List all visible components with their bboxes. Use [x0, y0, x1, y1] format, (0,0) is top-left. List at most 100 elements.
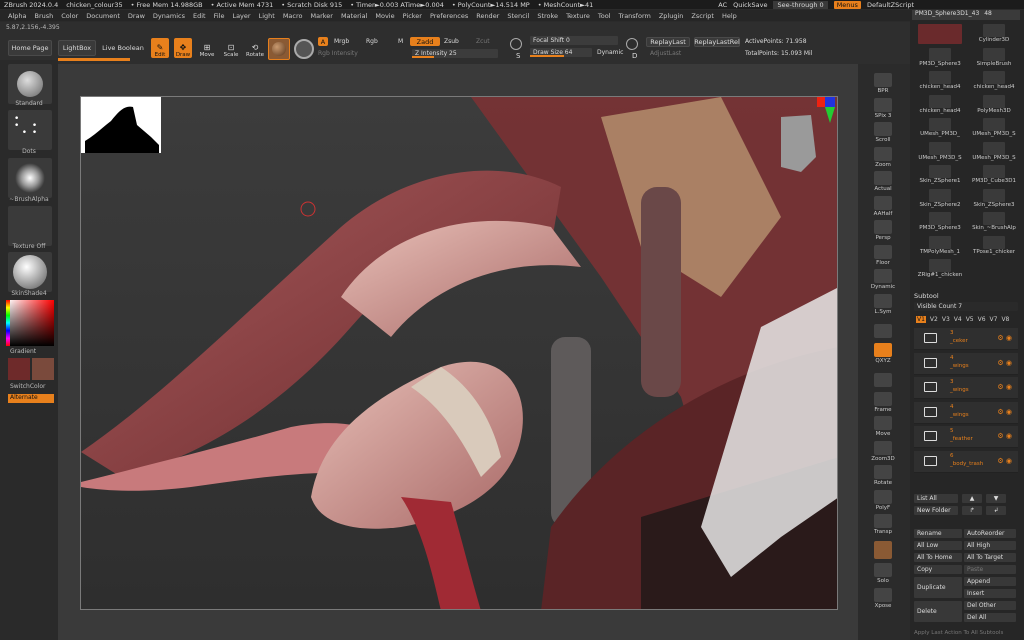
quicksave-button[interactable]: QuickSave	[733, 1, 767, 9]
tool-thumbnail[interactable]: chicken_head4	[914, 94, 966, 115]
subtool-row[interactable]: 6 _body_trash ⚙ ◉	[914, 450, 1018, 473]
m-button[interactable]: M	[398, 38, 403, 45]
visibility-tab-v6[interactable]: V6	[978, 316, 986, 323]
gear-icon[interactable]: ⚙	[997, 334, 1003, 342]
del-all-button[interactable]: Del All	[964, 613, 1016, 622]
frame-button[interactable]: Frame	[863, 387, 903, 413]
tool-header[interactable]: PM3D_Sphere3D1_43 48	[912, 10, 1020, 20]
replay-last-rel-button[interactable]: ReplayLastRel	[694, 37, 740, 47]
menu-render[interactable]: Render	[476, 12, 499, 20]
lsym-button[interactable]: L.Sym	[863, 289, 903, 315]
menu-zscript[interactable]: Zscript	[691, 12, 714, 20]
aahalf-button[interactable]: AAHalf	[863, 191, 903, 217]
subtool-row[interactable]: 4 _wings ⚙ ◉	[914, 401, 1018, 424]
draw-button[interactable]: ✥ Draw	[174, 38, 192, 58]
visibility-tab-v7[interactable]: V7	[990, 316, 998, 323]
tool-thumbnail[interactable]: TPose1_chicker	[968, 235, 1020, 256]
bpr-button[interactable]: BPR	[863, 68, 903, 94]
tool-thumbnail[interactable]: PM3D_Sphere3	[914, 212, 966, 232]
menu-stencil[interactable]: Stencil	[507, 12, 529, 20]
rgb-button[interactable]: Rgb	[366, 38, 378, 45]
visible-count-slider[interactable]: Visible Count 7	[914, 302, 1018, 311]
move-up-button[interactable]: ▲	[962, 494, 982, 503]
persp-button[interactable]: Persp	[863, 215, 903, 241]
switchcolor-button[interactable]: SwitchColor	[0, 383, 58, 390]
tool-thumbnail[interactable]: UMesh_PM3D_S	[968, 141, 1020, 162]
edit-button[interactable]: ✎ Edit	[151, 38, 169, 58]
zadd-button[interactable]: Zadd	[410, 37, 440, 46]
scroll-button[interactable]: Scroll	[863, 117, 903, 143]
tool-thumbnail[interactable]: UMesh_PM3D_S	[914, 141, 966, 162]
menu-file[interactable]: File	[214, 12, 225, 20]
main-color-swatch[interactable]	[8, 358, 30, 380]
home-page-button[interactable]: Home Page	[8, 40, 52, 56]
visibility-tab-v3[interactable]: V3	[942, 316, 950, 323]
menu-edit[interactable]: Edit	[193, 12, 206, 20]
secondary-color-swatch[interactable]	[32, 358, 54, 380]
tool-thumbnail[interactable]: ZRig#1_chicken	[914, 259, 966, 279]
folder-in-button[interactable]: ↱	[962, 506, 982, 515]
menu-zplugin[interactable]: Zplugin	[659, 12, 684, 20]
ghost-button[interactable]	[863, 534, 903, 560]
spix-button[interactable]: SPix 3	[863, 93, 903, 119]
menu-document[interactable]: Document	[86, 12, 120, 20]
tool-thumbnail[interactable]: UMesh_PM3D_	[914, 118, 966, 138]
see-through-slider[interactable]: See-through 0	[773, 0, 828, 9]
z-intensity-slider[interactable]: Z Intensity 25	[412, 49, 498, 58]
menu-transform[interactable]: Transform	[619, 12, 651, 20]
transp-button[interactable]: Transp	[863, 509, 903, 535]
subtool-row[interactable]: 3 _ceker ⚙ ◉	[914, 328, 1018, 350]
brush-selector[interactable]	[8, 64, 52, 104]
subtool-row[interactable]: 4 _wings ⚙ ◉	[914, 352, 1018, 375]
paste-button[interactable]: Paste	[964, 565, 1016, 574]
menu-marker[interactable]: Marker	[310, 12, 332, 20]
xyz-button[interactable]: QXYZ	[863, 338, 903, 364]
tool-thumbnail[interactable]: UMesh_PM3D_S	[968, 118, 1020, 138]
gear-icon[interactable]: ⚙	[997, 408, 1003, 416]
dynamic-button[interactable]: Dynamic	[597, 49, 623, 56]
menu-light[interactable]: Light	[259, 12, 275, 20]
tool-thumbnail[interactable]: chicken_head4	[968, 71, 1020, 91]
menu-preferences[interactable]: Preferences	[430, 12, 468, 20]
tool-thumbnail[interactable]: 86	[914, 24, 966, 44]
new-folder-button[interactable]: New Folder	[914, 506, 958, 515]
all-low-button[interactable]: All Low	[914, 541, 962, 550]
subtool-row[interactable]: 3 _wings ⚙ ◉	[914, 377, 1018, 399]
copy-button[interactable]: Copy	[914, 565, 962, 574]
xpose-button[interactable]: Xpose	[863, 583, 903, 609]
zoom-button[interactable]: Zoom	[863, 142, 903, 168]
material-selector[interactable]	[8, 252, 52, 292]
menu-tool[interactable]: Tool	[598, 12, 611, 20]
scale-button[interactable]: ⊡ Scale	[222, 38, 240, 58]
rotate-button[interactable]: Rotate	[863, 460, 903, 486]
all-to-target-button[interactable]: All To Target	[964, 553, 1016, 562]
material-swatch[interactable]	[268, 38, 290, 60]
menu-help[interactable]: Help	[722, 12, 737, 20]
tool-thumbnail[interactable]: Skin_~BrushAlp	[968, 212, 1020, 232]
delete-button[interactable]: Delete	[914, 601, 962, 622]
mrgb-button[interactable]: Mrgb	[334, 38, 349, 45]
visibility-tab-v2[interactable]: V2	[930, 316, 938, 323]
eye-icon[interactable]: ◉	[1006, 408, 1012, 416]
tool-thumbnail[interactable]: TMPolyMesh_1	[914, 235, 966, 256]
adjust-last-slider[interactable]: AdjustLast	[650, 50, 681, 57]
subtool-row[interactable]: 5 _feather ⚙ ◉	[914, 426, 1018, 448]
stroke-icon[interactable]	[294, 39, 314, 59]
append-button[interactable]: Append	[964, 577, 1016, 586]
menu-layer[interactable]: Layer	[232, 12, 250, 20]
gear-icon[interactable]: ⚙	[997, 457, 1003, 465]
all-to-home-button[interactable]: All To Home	[914, 553, 962, 562]
eye-icon[interactable]: ◉	[1006, 457, 1012, 465]
rename-button[interactable]: Rename	[914, 529, 962, 538]
menu-texture[interactable]: Texture	[566, 12, 590, 20]
local-button[interactable]	[863, 362, 903, 388]
move-button[interactable]: Move	[863, 411, 903, 437]
zcut-button[interactable]: Zcut	[476, 38, 490, 45]
menu-brush[interactable]: Brush	[34, 12, 53, 20]
tool-thumbnail[interactable]: Skin_ZSphere3	[968, 188, 1020, 209]
apply-last-action-button[interactable]: Apply Last Action To All Subtools	[914, 630, 1022, 636]
live-boolean-button[interactable]: Live Boolean	[100, 40, 146, 56]
subtool-title[interactable]: Subtool	[914, 292, 1018, 301]
tool-thumbnail[interactable]: Cylinder3D	[968, 24, 1020, 44]
auto-reorder-button[interactable]: AutoReorder	[964, 529, 1016, 538]
